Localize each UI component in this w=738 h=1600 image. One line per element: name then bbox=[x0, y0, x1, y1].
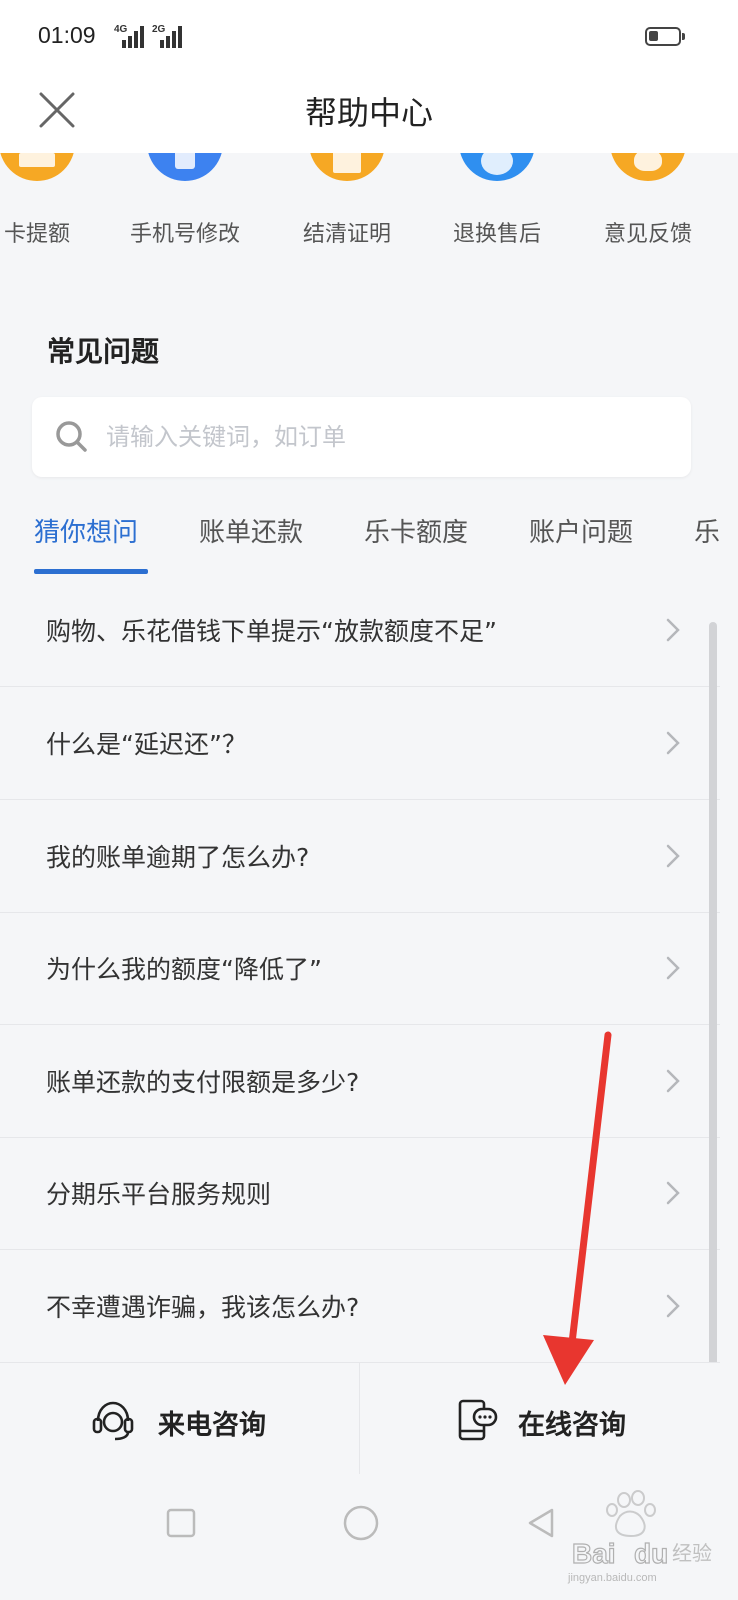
chevron-right-icon bbox=[666, 731, 680, 755]
network-type-2: 2G bbox=[152, 24, 166, 35]
scrollbar[interactable] bbox=[709, 622, 717, 1477]
tab-more[interactable]: 乐 bbox=[694, 512, 720, 549]
list-item[interactable]: 什么是“延迟还”？ bbox=[0, 687, 720, 800]
tab-bill-repayment[interactable]: 账单还款 bbox=[199, 512, 303, 549]
battery-icon bbox=[645, 27, 685, 46]
faq-question: 什么是“延迟还”？ bbox=[46, 730, 247, 759]
faq-question: 账单还款的支付限额是多少? bbox=[46, 1068, 360, 1097]
quick-action-label: 退换售后 bbox=[452, 222, 541, 247]
quick-action-label: 意见反馈 bbox=[603, 222, 692, 247]
chat-phone-icon bbox=[458, 1399, 498, 1441]
phone-consult-button[interactable]: 来电咨询 bbox=[0, 1363, 359, 1475]
list-item[interactable]: 我的账单逾期了怎么办? bbox=[0, 800, 720, 913]
faq-tabs: 猜你想问 账单还款 乐卡额度 账户问题 乐 bbox=[0, 500, 738, 580]
svg-text:Bai: Bai bbox=[572, 1538, 616, 1569]
list-item[interactable]: 账单还款的支付限额是多少? bbox=[0, 1025, 720, 1138]
tab-account-issues[interactable]: 账户问题 bbox=[529, 512, 633, 549]
quick-action-card-limit[interactable]: 卡提额 bbox=[0, 153, 112, 265]
search-icon bbox=[54, 419, 90, 455]
bottom-action-bar: 来电咨询 在线咨询 bbox=[0, 1362, 720, 1475]
status-bar: 01:09 4G 2G bbox=[0, 0, 738, 75]
chevron-right-icon bbox=[666, 618, 680, 642]
svg-text:du: du bbox=[634, 1538, 668, 1569]
search-input[interactable] bbox=[106, 415, 666, 459]
list-item[interactable]: 购物、乐花借钱下单提示“放款额度不足” bbox=[0, 574, 720, 687]
quick-action-feedback[interactable]: 意见反馈 bbox=[573, 153, 723, 265]
phone-consult-label: 来电咨询 bbox=[158, 1410, 266, 1441]
list-item[interactable]: 为什么我的额度“降低了” bbox=[0, 912, 720, 1025]
quick-action-refund[interactable]: 退换售后 bbox=[422, 153, 572, 265]
quick-action-phone-change[interactable]: 手机号修改 bbox=[110, 153, 260, 265]
certificate-icon bbox=[309, 153, 385, 181]
recent-apps-icon[interactable] bbox=[166, 1508, 196, 1538]
feedback-icon bbox=[610, 153, 686, 181]
faq-question: 我的账单逾期了怎么办? bbox=[46, 843, 310, 872]
status-time: 01:09 bbox=[38, 22, 96, 48]
chevron-right-icon bbox=[666, 1069, 680, 1093]
chevron-right-icon bbox=[666, 1181, 680, 1205]
online-consult-button[interactable]: 在线咨询 bbox=[360, 1363, 719, 1475]
network-type-1: 4G bbox=[114, 24, 128, 35]
online-consult-label: 在线咨询 bbox=[518, 1410, 626, 1441]
quick-action-label: 手机号修改 bbox=[129, 222, 240, 247]
faq-question: 不幸遭遇诈骗，我该怎么办? bbox=[46, 1293, 360, 1322]
faq-section-title: 常见问题 bbox=[47, 335, 160, 368]
quick-actions-row[interactable]: 卡提额 手机号修改 结清证明 退换售后 意见反馈 bbox=[0, 153, 738, 265]
baidu-watermark-logo: Bai du 经验 bbox=[571, 1490, 712, 1570]
search-box[interactable] bbox=[32, 397, 691, 477]
chevron-right-icon bbox=[666, 844, 680, 868]
signal-2g-icon: 2G bbox=[152, 24, 186, 48]
chevron-right-icon bbox=[666, 956, 680, 980]
quick-action-label: 卡提额 bbox=[3, 222, 70, 247]
chevron-right-icon bbox=[666, 1294, 680, 1318]
faq-question: 分期乐平台服务规则 bbox=[46, 1180, 272, 1209]
phone-icon bbox=[147, 153, 223, 181]
header: 帮助中心 bbox=[0, 75, 738, 153]
list-item[interactable]: 不幸遭遇诈骗，我该怎么办? bbox=[0, 1250, 720, 1363]
page-title: 帮助中心 bbox=[304, 94, 433, 132]
headset-icon bbox=[92, 1401, 134, 1441]
faq-question: 为什么我的额度“降低了” bbox=[46, 955, 322, 984]
signal-4g-icon: 4G bbox=[114, 24, 144, 48]
home-icon[interactable] bbox=[342, 1504, 380, 1542]
svg-text:经验: 经验 bbox=[672, 1541, 712, 1565]
card-icon bbox=[0, 153, 75, 181]
list-item[interactable]: 分期乐平台服务规则 bbox=[0, 1137, 720, 1250]
quick-action-settlement-proof[interactable]: 结清证明 bbox=[272, 153, 422, 265]
faq-question: 购物、乐花借钱下单提示“放款额度不足” bbox=[46, 617, 497, 646]
refund-icon bbox=[459, 153, 535, 181]
tab-guess-questions[interactable]: 猜你想问 bbox=[34, 512, 138, 549]
tab-card-limit[interactable]: 乐卡额度 bbox=[364, 512, 468, 549]
watermark-url: jingyan.baidu.com bbox=[568, 1572, 657, 1584]
quick-action-label: 结清证明 bbox=[302, 222, 391, 247]
